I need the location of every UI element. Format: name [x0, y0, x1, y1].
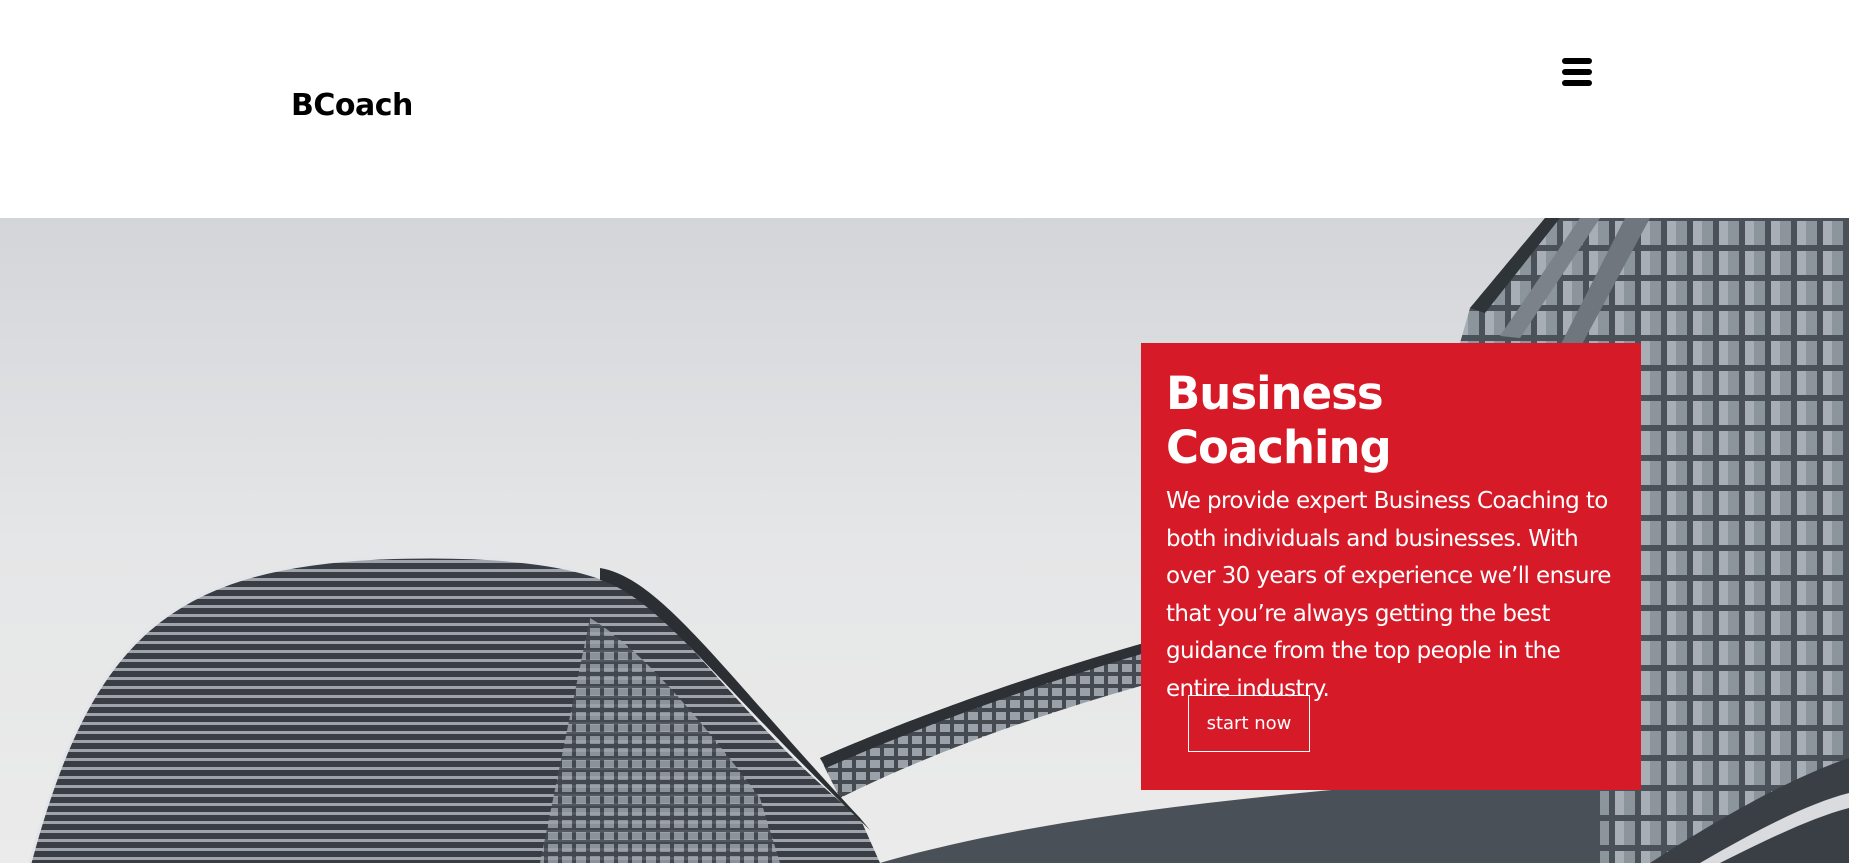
hero-title: Business Coaching — [1166, 367, 1392, 474]
hero-card: Business Coaching We provide expert Busi… — [1141, 343, 1641, 790]
start-now-button[interactable]: start now — [1188, 695, 1310, 752]
hero-section: Business Coaching We provide expert Busi… — [0, 218, 1849, 863]
hero-description: We provide expert Business Coaching to b… — [1166, 488, 1611, 702]
site-header: BCoach — [0, 0, 1849, 218]
brand-logo[interactable]: BCoach — [291, 88, 413, 123]
hamburger-menu-icon[interactable] — [1562, 58, 1592, 88]
